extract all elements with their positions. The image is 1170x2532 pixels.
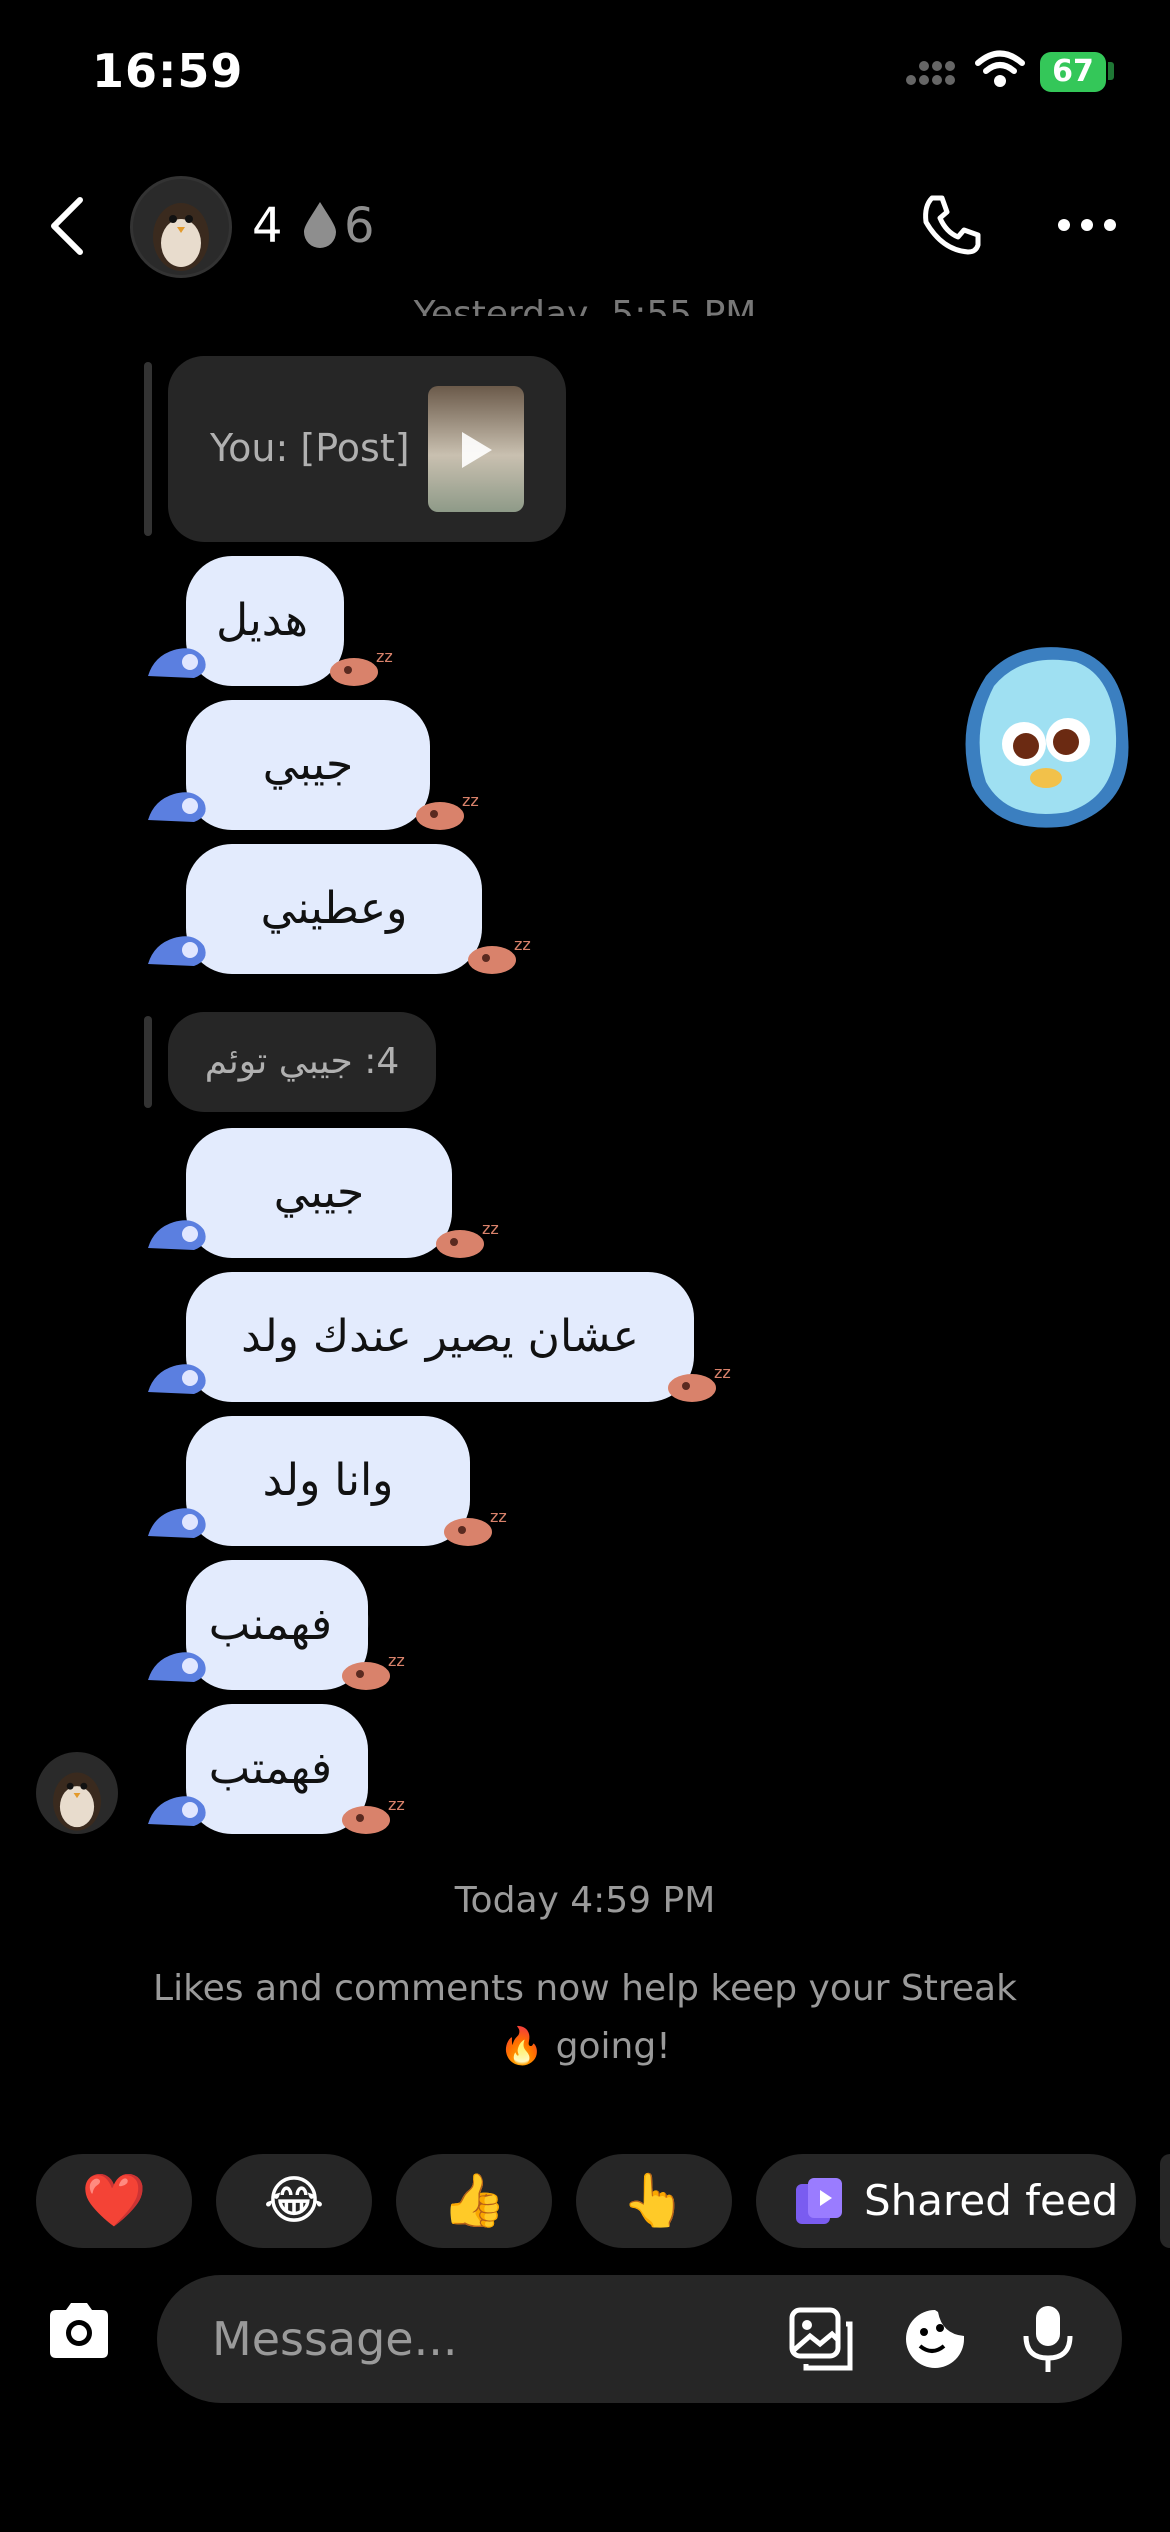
post-reply-text: You: [Post]	[210, 426, 410, 470]
svg-text:zz: zz	[388, 1651, 405, 1670]
today-timestamp: Today 4:59 PM	[454, 1880, 716, 1921]
reaction-heart[interactable]: ❤️	[36, 2154, 192, 2248]
post-thumbnail[interactable]	[428, 386, 524, 512]
snail-deco-icon	[148, 1508, 206, 1538]
shared-feed-label: Shared feed	[864, 2176, 1119, 2225]
snail-deco-icon	[148, 1364, 206, 1394]
reaction-thumbs-up[interactable]: 👍	[396, 2154, 552, 2248]
svg-text:zz: zz	[714, 1363, 731, 1382]
mic-icon[interactable]	[1020, 2302, 1076, 2376]
svg-text:zz: zz	[514, 935, 531, 954]
reaction-point-up[interactable]: 👆	[576, 2154, 732, 2248]
message-input[interactable]	[210, 2310, 754, 2368]
svg-text:zz: zz	[462, 791, 479, 810]
message-bubble[interactable]: وعطيني واحد	[186, 844, 482, 1064]
sender-avatar[interactable]	[36, 1752, 118, 1834]
snail-deco-icon	[148, 1796, 206, 1826]
svg-text:zz: zz	[490, 1507, 507, 1526]
message-bubble[interactable]: وانا ولد وبنت	[186, 1416, 470, 1636]
snail-deco-icon	[148, 936, 206, 966]
svg-text:zz: zz	[482, 1219, 499, 1238]
camera-icon[interactable]	[44, 2300, 114, 2360]
sleepy-deco-icon: zz	[342, 1651, 405, 1690]
snail-deco-icon	[148, 792, 206, 822]
sleepy-deco-icon: zz	[342, 1795, 405, 1834]
snail-deco-icon	[148, 1652, 206, 1682]
streak-days-count: 6	[344, 198, 375, 254]
sleepy-deco-icon: zz	[668, 1363, 731, 1402]
streak-note: Likes and comments now help keep your St…	[153, 1968, 1017, 2067]
snail-deco-icon	[148, 648, 206, 678]
shared-feed-button[interactable]: Shared feed	[756, 2154, 1136, 2248]
battery-cap	[1108, 62, 1114, 80]
battery-indicator: 67	[1040, 52, 1106, 92]
sleepy-deco-icon: zz	[468, 935, 531, 974]
more-icon[interactable]	[1055, 215, 1119, 235]
wifi-icon	[975, 50, 1025, 87]
next-chip-partial[interactable]	[1160, 2154, 1170, 2248]
friend-avatar[interactable]	[130, 176, 232, 278]
sleepy-deco-icon: zz	[444, 1507, 507, 1546]
previous-date-label: Yesterday, 5:55 PM	[413, 294, 757, 316]
cellular-signal-icon	[906, 61, 955, 85]
streak-friends-count: 4	[252, 198, 283, 254]
snail-deco-icon	[148, 1220, 206, 1250]
sticker-icon[interactable]	[902, 2306, 968, 2372]
svg-text:zz: zz	[388, 1795, 405, 1814]
shared-feed-icon	[796, 2178, 842, 2224]
streak-drop-icon	[304, 202, 336, 248]
reaction-laugh[interactable]: 😂	[216, 2154, 372, 2248]
reply-bar	[144, 362, 152, 536]
status-time: 16:59	[92, 44, 244, 98]
sticker-bubble-character[interactable]	[958, 636, 1134, 836]
message-bubble[interactable]: جيبي توئم	[186, 700, 430, 920]
reply-bar	[144, 1016, 152, 1108]
message-bubble[interactable]: عشان يصير عندك ولد وبنا	[186, 1272, 694, 1492]
play-icon	[462, 432, 492, 468]
svg-text:zz: zz	[376, 647, 393, 666]
quoted-message[interactable]: 4: جيبي توئم	[168, 1012, 436, 1112]
post-reply-card[interactable]: You: [Post]	[168, 356, 566, 542]
sleepy-deco-icon: zz	[330, 647, 393, 686]
message-bubble[interactable]: جيبي اربعه	[186, 1128, 452, 1348]
sleepy-deco-icon: zz	[436, 1219, 499, 1258]
back-icon[interactable]	[48, 196, 88, 256]
gallery-icon[interactable]	[788, 2306, 854, 2372]
sleepy-deco-icon: zz	[416, 791, 479, 830]
call-icon[interactable]	[918, 192, 984, 258]
